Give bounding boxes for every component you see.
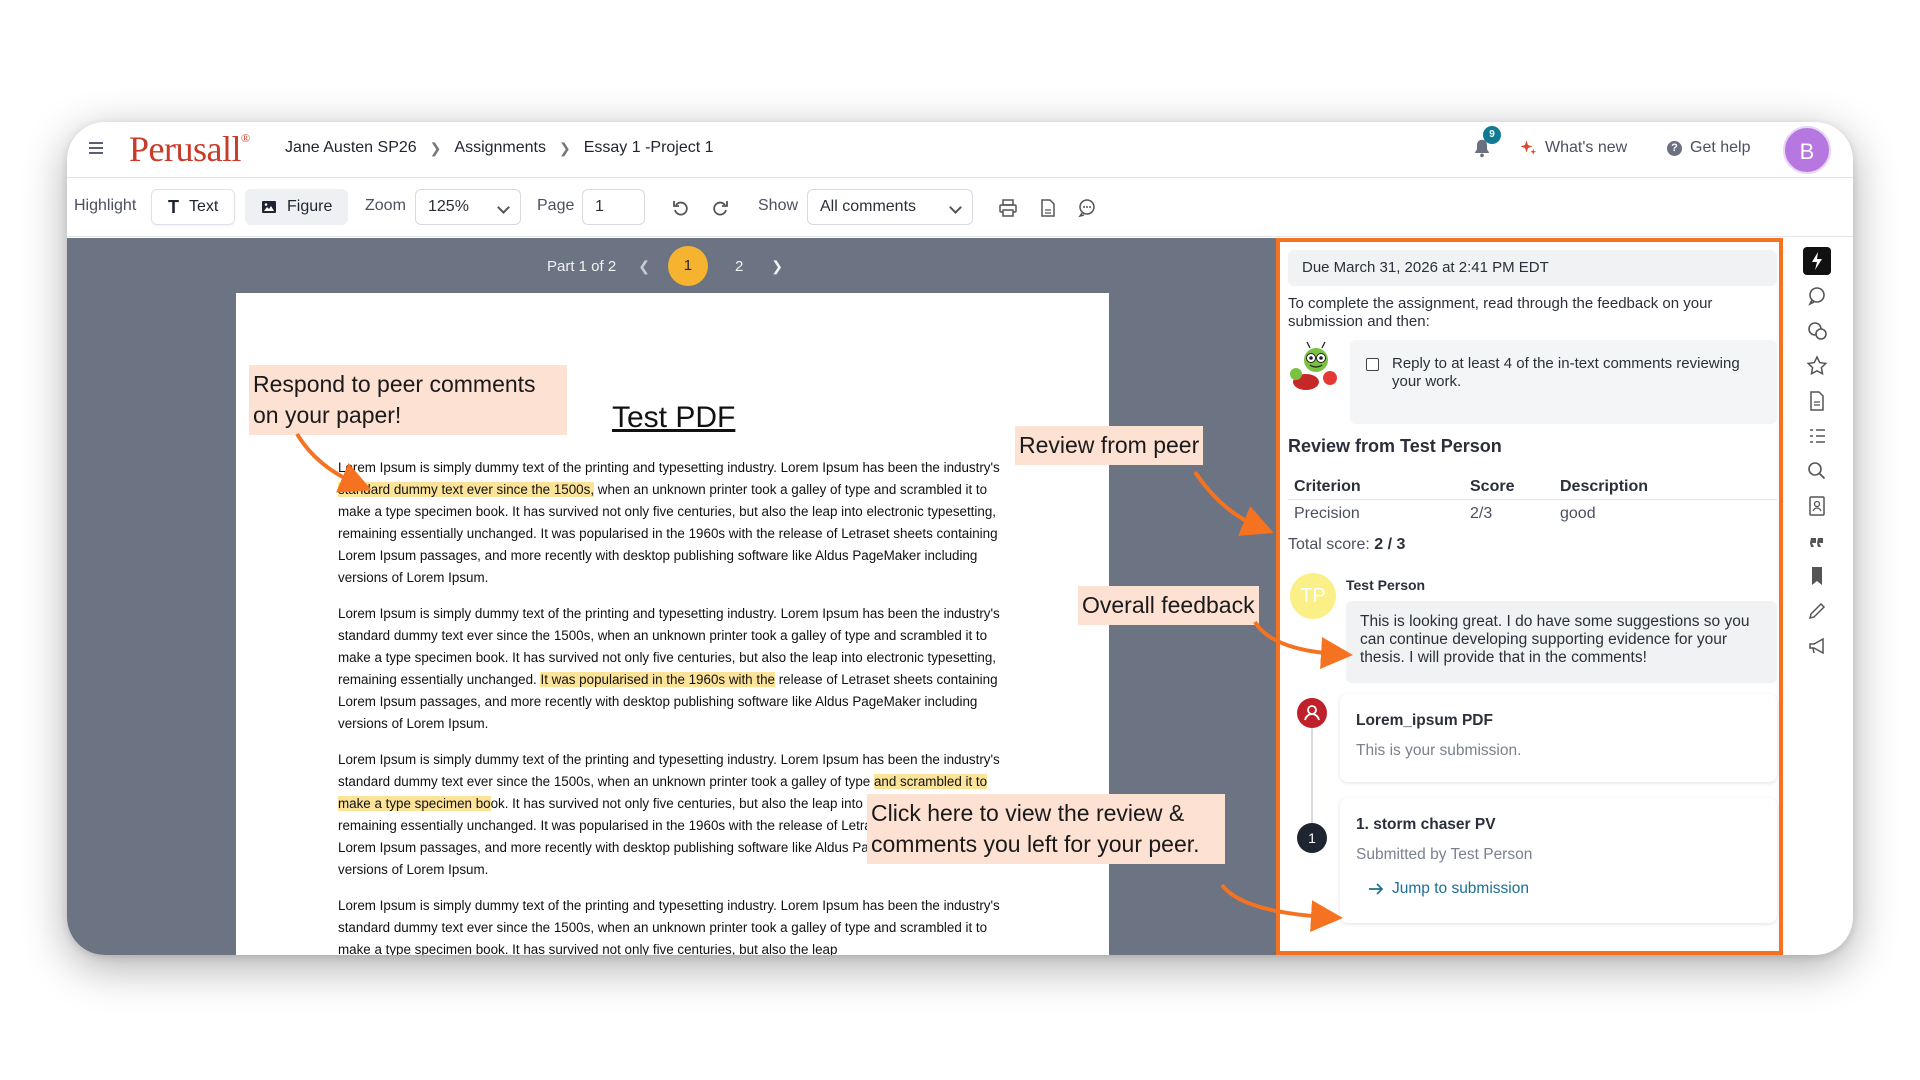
annotation-arrows (295, 432, 1353, 933)
app-window: Perusall® Jane Austen SP26 ❯ Assignments… (67, 122, 1853, 955)
arrow-to-review (1193, 470, 1274, 536)
arrow-to-highlight (295, 432, 372, 493)
arrow-to-jump (1220, 883, 1343, 933)
arrow-to-feedback (1253, 620, 1353, 669)
